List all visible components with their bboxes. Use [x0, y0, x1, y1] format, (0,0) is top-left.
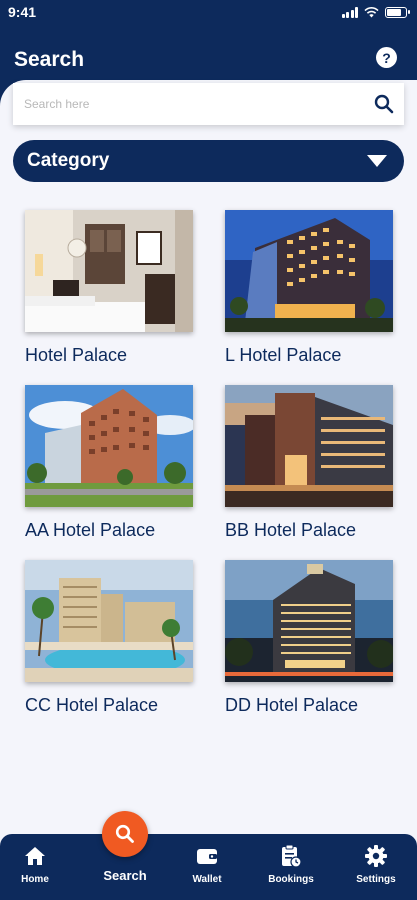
hotel-name: DD Hotel Palace — [225, 695, 359, 715]
bookings-icon — [282, 844, 302, 868]
hotel-card[interactable]: L Hotel Palace — [225, 210, 393, 366]
hotel-card[interactable]: BB Hotel Palace — [225, 385, 393, 541]
hotel-card[interactable]: Hotel Palace — [25, 210, 193, 366]
nav-home-label: Home — [21, 874, 49, 885]
nav-wallet-label: Wallet — [192, 874, 222, 885]
hotel-card[interactable]: AA Hotel Palace — [25, 385, 193, 541]
help-button[interactable]: ? — [376, 47, 397, 68]
nav-home[interactable]: Home — [0, 834, 70, 900]
status-time: 9:41 — [8, 4, 37, 20]
hotel-name: L Hotel Palace — [225, 345, 342, 365]
cellular-signal-icon — [341, 6, 358, 18]
hotel-name: AA Hotel Palace — [25, 520, 156, 540]
wallet-icon — [197, 849, 217, 864]
status-icons — [341, 6, 410, 18]
nav-settings-label: Settings — [356, 874, 396, 885]
nav-bookings-label: Bookings — [268, 874, 314, 885]
nav-wallet[interactable]: Wallet — [172, 834, 242, 900]
search-icon[interactable] — [364, 83, 404, 125]
chevron-down-icon — [367, 155, 387, 167]
hotel-card[interactable]: CC Hotel Palace — [25, 560, 193, 716]
hotel-photo — [225, 210, 393, 332]
gear-icon — [365, 845, 387, 867]
hotel-photo — [225, 385, 393, 507]
hotel-card[interactable]: DD Hotel Palace — [225, 560, 393, 716]
nav-settings[interactable]: Settings — [341, 834, 411, 900]
bottom-nav: Home Wallet Bookings Settings — [0, 834, 417, 900]
hotel-name: Hotel Palace — [25, 345, 128, 365]
nav-search-button[interactable] — [102, 811, 148, 857]
nav-bookings[interactable]: Bookings — [256, 834, 326, 900]
hotel-photo — [25, 385, 193, 507]
hotel-photo — [225, 560, 393, 682]
hotel-photo — [25, 560, 193, 682]
nav-search-label[interactable]: Search — [95, 868, 155, 883]
home-icon — [25, 847, 45, 865]
search-bar — [13, 83, 404, 125]
wifi-icon — [364, 6, 379, 17]
battery-icon — [385, 6, 410, 18]
help-icon: ? — [382, 49, 391, 66]
hotel-name: BB Hotel Palace — [225, 520, 357, 540]
page-title: Search — [14, 48, 85, 71]
hotel-name: CC Hotel Palace — [25, 695, 159, 715]
search-input[interactable] — [13, 83, 364, 125]
category-dropdown[interactable]: Category — [13, 140, 404, 182]
search-icon — [115, 824, 134, 843]
status-bar: 9:41 — [0, 0, 417, 24]
category-label: Category — [27, 150, 110, 171]
hotel-photo — [25, 210, 193, 332]
